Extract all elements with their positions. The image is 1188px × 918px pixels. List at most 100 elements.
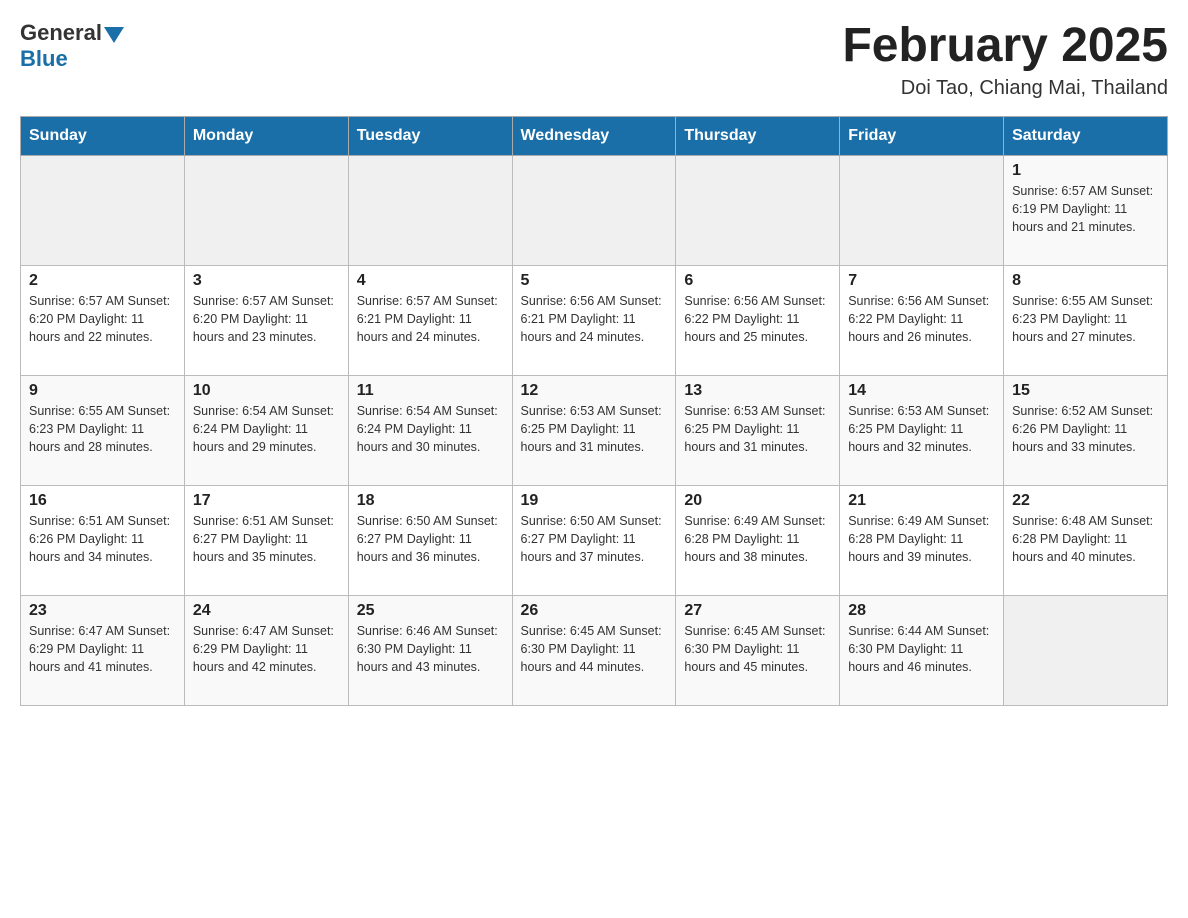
day-number: 26 bbox=[521, 602, 668, 620]
day-number: 19 bbox=[521, 492, 668, 510]
day-number: 24 bbox=[193, 602, 340, 620]
day-info: Sunrise: 6:49 AM Sunset: 6:28 PM Dayligh… bbox=[684, 512, 831, 566]
day-of-week-sunday: Sunday bbox=[21, 116, 185, 155]
day-info: Sunrise: 6:44 AM Sunset: 6:30 PM Dayligh… bbox=[848, 622, 995, 676]
month-title: February 2025 bbox=[842, 20, 1168, 73]
day-info: Sunrise: 6:56 AM Sunset: 6:21 PM Dayligh… bbox=[521, 292, 668, 346]
day-number: 23 bbox=[29, 602, 176, 620]
calendar-cell: 16Sunrise: 6:51 AM Sunset: 6:26 PM Dayli… bbox=[21, 485, 185, 595]
calendar-cell: 3 Sunrise: 6:57 AM Sunset: 6:20 PM Daylig… bbox=[184, 265, 348, 375]
calendar-cell: 13Sunrise: 6:53 AM Sunset: 6:25 PM Dayli… bbox=[676, 375, 840, 485]
calendar-table: SundayMondayTuesdayWednesdayThursdayFrid… bbox=[20, 116, 1168, 706]
day-info: Sunrise: 6:57 AM Sunset: 6:21 PM Dayligh… bbox=[357, 292, 504, 346]
day-number: 25 bbox=[357, 602, 504, 620]
day-number: 10 bbox=[193, 382, 340, 400]
calendar-cell: 28 Sunrise: 6:44 AM Sunset: 6:30 PM Dayli… bbox=[840, 595, 1004, 705]
day-info: Sunrise: 6:52 AM Sunset: 6:26 PM Dayligh… bbox=[1012, 402, 1159, 456]
day-info: Sunrise: 6:54 AM Sunset: 6:24 PM Dayligh… bbox=[193, 402, 340, 456]
calendar-week-3: 9 Sunrise: 6:55 AM Sunset: 6:23 PM Daylig… bbox=[21, 375, 1168, 485]
calendar-cell: 4 Sunrise: 6:57 AM Sunset: 6:21 PM Daylig… bbox=[348, 265, 512, 375]
day-info: Sunrise: 6:57 AM Sunset: 6:20 PM Dayligh… bbox=[29, 292, 176, 346]
calendar-cell bbox=[840, 155, 1004, 265]
day-number: 11 bbox=[357, 382, 504, 400]
day-number: 21 bbox=[848, 492, 995, 510]
calendar-cell bbox=[348, 155, 512, 265]
day-number: 1 bbox=[1012, 162, 1159, 180]
calendar-cell: 7 Sunrise: 6:56 AM Sunset: 6:22 PM Daylig… bbox=[840, 265, 1004, 375]
day-number: 4 bbox=[357, 272, 504, 290]
logo-arrow-icon bbox=[104, 27, 124, 43]
calendar-cell: 24 Sunrise: 6:47 AM Sunset: 6:29 PM Dayli… bbox=[184, 595, 348, 705]
calendar-cell: 6 Sunrise: 6:56 AM Sunset: 6:22 PM Daylig… bbox=[676, 265, 840, 375]
day-number: 28 bbox=[848, 602, 995, 620]
calendar-cell: 23 Sunrise: 6:47 AM Sunset: 6:29 PM Dayli… bbox=[21, 595, 185, 705]
calendar-cell: 18Sunrise: 6:50 AM Sunset: 6:27 PM Dayli… bbox=[348, 485, 512, 595]
calendar-cell bbox=[1004, 595, 1168, 705]
calendar-cell: 20 Sunrise: 6:49 AM Sunset: 6:28 PM Dayli… bbox=[676, 485, 840, 595]
day-number: 14 bbox=[848, 382, 995, 400]
calendar-week-5: 23 Sunrise: 6:47 AM Sunset: 6:29 PM Dayli… bbox=[21, 595, 1168, 705]
day-info: Sunrise: 6:46 AM Sunset: 6:30 PM Dayligh… bbox=[357, 622, 504, 676]
day-info: Sunrise: 6:48 AM Sunset: 6:28 PM Dayligh… bbox=[1012, 512, 1159, 566]
day-number: 6 bbox=[684, 272, 831, 290]
calendar-cell: 12 Sunrise: 6:53 AM Sunset: 6:25 PM Dayli… bbox=[512, 375, 676, 485]
calendar-cell: 26 Sunrise: 6:45 AM Sunset: 6:30 PM Dayli… bbox=[512, 595, 676, 705]
day-number: 13 bbox=[684, 382, 831, 400]
calendar-cell: 22Sunrise: 6:48 AM Sunset: 6:28 PM Dayli… bbox=[1004, 485, 1168, 595]
calendar-cell: 27Sunrise: 6:45 AM Sunset: 6:30 PM Dayli… bbox=[676, 595, 840, 705]
calendar-cell: 25 Sunrise: 6:46 AM Sunset: 6:30 PM Dayli… bbox=[348, 595, 512, 705]
day-number: 9 bbox=[29, 382, 176, 400]
calendar-cell: 11Sunrise: 6:54 AM Sunset: 6:24 PM Dayli… bbox=[348, 375, 512, 485]
calendar-cell: 17 Sunrise: 6:51 AM Sunset: 6:27 PM Dayli… bbox=[184, 485, 348, 595]
calendar-cell bbox=[21, 155, 185, 265]
day-of-week-friday: Friday bbox=[840, 116, 1004, 155]
title-block: February 2025 Doi Tao, Chiang Mai, Thail… bbox=[842, 20, 1168, 100]
logo: General Blue bbox=[20, 20, 126, 72]
day-number: 3 bbox=[193, 272, 340, 290]
day-number: 18 bbox=[357, 492, 504, 510]
day-number: 15 bbox=[1012, 382, 1159, 400]
day-info: Sunrise: 6:53 AM Sunset: 6:25 PM Dayligh… bbox=[848, 402, 995, 456]
day-number: 17 bbox=[193, 492, 340, 510]
calendar-cell: 8 Sunrise: 6:55 AM Sunset: 6:23 PM Daylig… bbox=[1004, 265, 1168, 375]
day-number: 5 bbox=[521, 272, 668, 290]
day-of-week-saturday: Saturday bbox=[1004, 116, 1168, 155]
calendar-week-2: 2 Sunrise: 6:57 AM Sunset: 6:20 PM Daylig… bbox=[21, 265, 1168, 375]
calendar-cell: 9 Sunrise: 6:55 AM Sunset: 6:23 PM Daylig… bbox=[21, 375, 185, 485]
day-info: Sunrise: 6:53 AM Sunset: 6:25 PM Dayligh… bbox=[521, 402, 668, 456]
logo-blue-text: Blue bbox=[20, 46, 68, 72]
day-info: Sunrise: 6:56 AM Sunset: 6:22 PM Dayligh… bbox=[684, 292, 831, 346]
day-info: Sunrise: 6:47 AM Sunset: 6:29 PM Dayligh… bbox=[29, 622, 176, 676]
day-of-week-thursday: Thursday bbox=[676, 116, 840, 155]
calendar-week-1: 1 Sunrise: 6:57 AM Sunset: 6:19 PM Daylig… bbox=[21, 155, 1168, 265]
day-number: 16 bbox=[29, 492, 176, 510]
day-of-week-wednesday: Wednesday bbox=[512, 116, 676, 155]
day-info: Sunrise: 6:49 AM Sunset: 6:28 PM Dayligh… bbox=[848, 512, 995, 566]
day-info: Sunrise: 6:45 AM Sunset: 6:30 PM Dayligh… bbox=[521, 622, 668, 676]
day-number: 7 bbox=[848, 272, 995, 290]
day-info: Sunrise: 6:55 AM Sunset: 6:23 PM Dayligh… bbox=[29, 402, 176, 456]
calendar-cell: 1 Sunrise: 6:57 AM Sunset: 6:19 PM Daylig… bbox=[1004, 155, 1168, 265]
calendar-cell: 5 Sunrise: 6:56 AM Sunset: 6:21 PM Daylig… bbox=[512, 265, 676, 375]
day-number: 20 bbox=[684, 492, 831, 510]
logo-general-text: General bbox=[20, 20, 102, 46]
calendar-cell bbox=[184, 155, 348, 265]
day-info: Sunrise: 6:56 AM Sunset: 6:22 PM Dayligh… bbox=[848, 292, 995, 346]
day-info: Sunrise: 6:51 AM Sunset: 6:27 PM Dayligh… bbox=[193, 512, 340, 566]
calendar-cell bbox=[676, 155, 840, 265]
day-info: Sunrise: 6:55 AM Sunset: 6:23 PM Dayligh… bbox=[1012, 292, 1159, 346]
day-info: Sunrise: 6:57 AM Sunset: 6:19 PM Dayligh… bbox=[1012, 182, 1159, 236]
calendar-cell: 2 Sunrise: 6:57 AM Sunset: 6:20 PM Daylig… bbox=[21, 265, 185, 375]
page-header: General Blue February 2025 Doi Tao, Chia… bbox=[20, 20, 1168, 100]
day-of-week-tuesday: Tuesday bbox=[348, 116, 512, 155]
day-info: Sunrise: 6:45 AM Sunset: 6:30 PM Dayligh… bbox=[684, 622, 831, 676]
calendar-cell: 14 Sunrise: 6:53 AM Sunset: 6:25 PM Dayli… bbox=[840, 375, 1004, 485]
day-number: 12 bbox=[521, 382, 668, 400]
day-number: 2 bbox=[29, 272, 176, 290]
day-info: Sunrise: 6:57 AM Sunset: 6:20 PM Dayligh… bbox=[193, 292, 340, 346]
calendar-cell: 10 Sunrise: 6:54 AM Sunset: 6:24 PM Dayli… bbox=[184, 375, 348, 485]
day-number: 8 bbox=[1012, 272, 1159, 290]
day-info: Sunrise: 6:50 AM Sunset: 6:27 PM Dayligh… bbox=[521, 512, 668, 566]
day-info: Sunrise: 6:47 AM Sunset: 6:29 PM Dayligh… bbox=[193, 622, 340, 676]
day-of-week-monday: Monday bbox=[184, 116, 348, 155]
